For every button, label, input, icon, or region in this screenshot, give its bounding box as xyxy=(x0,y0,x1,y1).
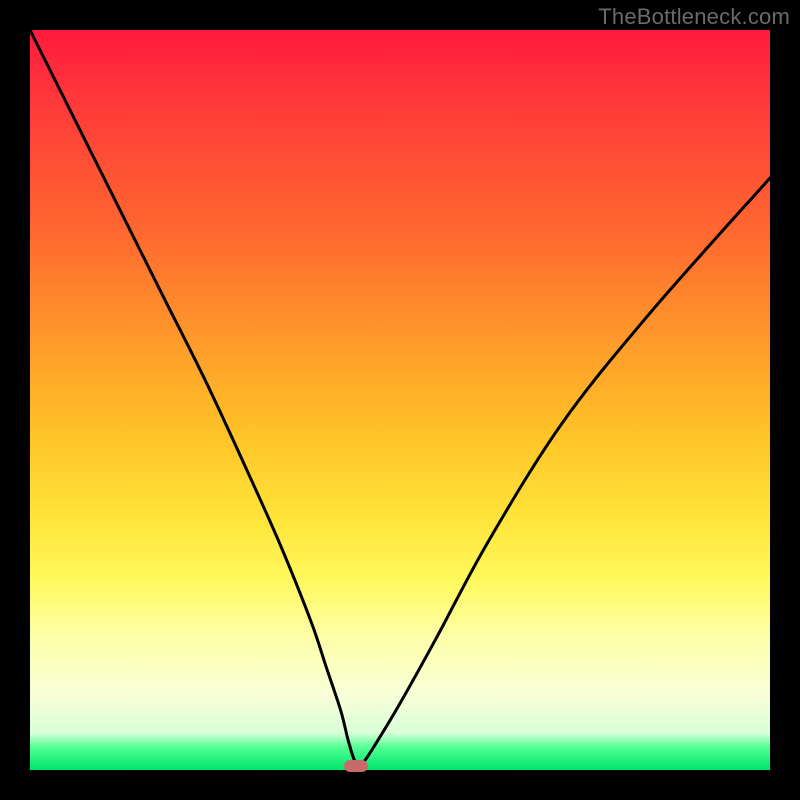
optimal-point-marker xyxy=(344,760,368,772)
chart-frame: TheBottleneck.com xyxy=(0,0,800,800)
watermark-text: TheBottleneck.com xyxy=(598,4,790,30)
bottleneck-curve xyxy=(30,30,770,770)
plot-area xyxy=(30,30,770,770)
